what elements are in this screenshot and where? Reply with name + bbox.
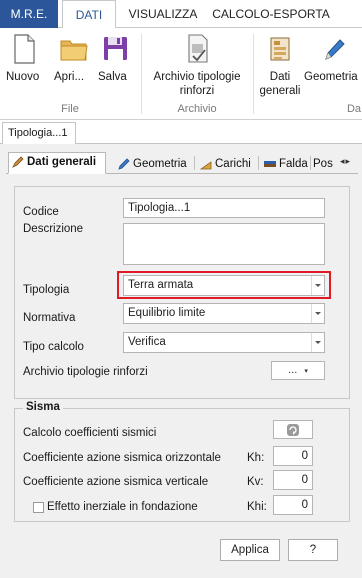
kh-label: Kh:	[247, 452, 265, 464]
ribbon-panel: Nuovo Apri... Salva File Archivio tipolo…	[0, 28, 362, 120]
document-tab-strip: Tipologia...1	[0, 120, 362, 144]
ribbon-separator	[141, 34, 142, 114]
loads-icon	[199, 158, 212, 170]
tab-carichi[interactable]: Carichi	[196, 154, 258, 173]
chevron-down-icon	[311, 333, 324, 352]
general-data-icon	[12, 156, 24, 168]
open-button[interactable]: Apri...	[54, 32, 94, 102]
chevron-down-icon: ▾	[304, 368, 308, 375]
floppy-disk-icon	[100, 32, 130, 66]
tab-geometria[interactable]: Geometria	[114, 154, 194, 173]
tipologia-label: Tipologia	[23, 284, 70, 296]
ribbon-tab-bar: M.R.E. DATI VISUALIZZA CALCOLO-ESPORTA	[0, 0, 362, 29]
normativa-select[interactable]: Equilibrio limite	[123, 303, 325, 324]
codice-input[interactable]: Tipologia...1	[123, 198, 325, 218]
tab-dati[interactable]: DATI	[62, 0, 116, 29]
pencil-icon	[318, 32, 348, 66]
descrizione-label: Descrizione	[23, 223, 84, 235]
folder-icon	[59, 32, 89, 66]
kv-label: Kv:	[247, 476, 264, 488]
save-button[interactable]: Salva	[98, 32, 132, 102]
archive-browse-button[interactable]: ... ▾	[271, 361, 325, 380]
new-button[interactable]: Nuovo	[6, 32, 42, 102]
chevron-down-icon	[311, 276, 324, 295]
calculate-seismic-button[interactable]	[273, 420, 313, 439]
tab-scroll-arrows[interactable]: ◂▸	[340, 156, 358, 170]
general-data-group: Codice Tipologia...1 Descrizione Tipolog…	[14, 186, 350, 399]
tab-falda[interactable]: Falda	[260, 154, 310, 173]
water-table-icon	[264, 158, 276, 170]
tab-dati-generali[interactable]: Dati generali	[8, 152, 106, 174]
tab-visualizza[interactable]: VISUALIZZA	[120, 0, 206, 28]
apply-button[interactable]: Applica	[220, 539, 280, 561]
document-tab[interactable]: Tipologia...1	[2, 122, 76, 144]
archivio-label: Archivio tipologie rinforzi	[23, 366, 148, 378]
archive-document-icon	[182, 32, 212, 66]
help-button[interactable]: ?	[288, 539, 338, 561]
new-file-icon	[9, 32, 39, 66]
tab-content-dati-generali: Codice Tipologia...1 Descrizione Tipolog…	[6, 173, 358, 578]
kv-input[interactable]: 0	[273, 470, 313, 490]
verticale-label: Coefficiente azione sismica verticale	[23, 476, 209, 488]
group-label-archivio: Archivio	[177, 103, 217, 115]
pencil-icon	[118, 158, 130, 170]
general-data-icon	[265, 32, 295, 66]
effetto-inerziale-label: Effetto inerziale in fondazione	[47, 501, 198, 513]
archive-reinforcements-button[interactable]: Archivio tipologie rinforzi	[146, 32, 248, 102]
chevron-down-icon	[311, 304, 324, 323]
calcolo-coefficienti-label: Calcolo coefficienti sismici	[23, 427, 157, 439]
tipo-calcolo-label: Tipo calcolo	[23, 341, 84, 353]
geometry-button[interactable]: Geometria	[304, 32, 362, 102]
ribbon-separator	[253, 34, 254, 114]
tab-mre[interactable]: M.R.E.	[0, 0, 58, 28]
tab-pos[interactable]: Pos	[312, 154, 342, 173]
orizzontale-label: Coefficiente azione sismica orizzontale	[23, 452, 221, 464]
normativa-label: Normativa	[23, 312, 76, 324]
tab-calcolo-esporta[interactable]: CALCOLO-ESPORTA	[212, 0, 330, 28]
kh-input[interactable]: 0	[273, 446, 313, 466]
khi-input[interactable]: 0	[273, 495, 313, 515]
group-label-file: File	[61, 103, 79, 115]
refresh-icon	[287, 424, 299, 436]
descrizione-input[interactable]	[123, 223, 325, 265]
general-data-button[interactable]: Dati generali	[258, 32, 302, 102]
codice-label: Codice	[23, 206, 59, 218]
group-label-dati: Da	[346, 103, 362, 115]
tipo-calcolo-select[interactable]: Verifica	[123, 332, 325, 353]
sub-tab-bar: Dati generali Geometria Carichi Falda Po…	[6, 152, 358, 174]
sisma-group: Sisma Calcolo coefficienti sismici Coeff…	[14, 401, 350, 522]
sisma-legend: Sisma	[23, 401, 63, 413]
khi-label: Khi:	[247, 501, 267, 513]
effetto-inerziale-checkbox[interactable]	[33, 502, 44, 513]
tipologia-select[interactable]: Terra armata	[123, 275, 325, 296]
